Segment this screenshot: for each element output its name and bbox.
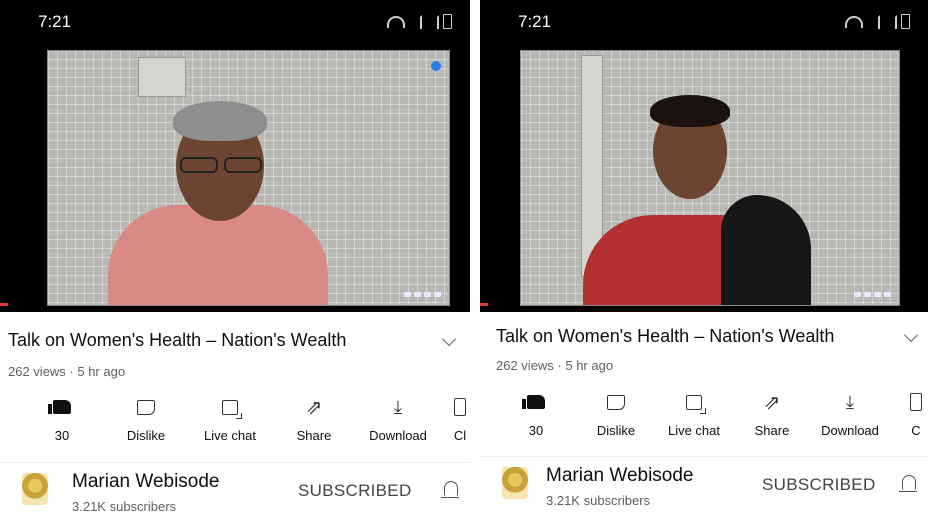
captions-icon[interactable]: [854, 292, 861, 297]
signal-icon-2: [426, 14, 439, 29]
dislike-label: Dislike: [596, 423, 636, 438]
share-button[interactable]: ⇗ Share: [274, 395, 354, 444]
chevron-down-icon[interactable]: [903, 327, 919, 343]
clip-button[interactable]: Cl: [440, 395, 470, 443]
dislike-button[interactable]: Dislike: [106, 395, 186, 443]
speaker-shawl: [721, 195, 811, 305]
video-badge-icon: [431, 61, 441, 71]
download-icon: ⤓: [846, 391, 854, 412]
video-title: Talk on Women's Health – Nation's Wealth: [496, 326, 835, 346]
share-icon: ⇗: [305, 396, 323, 419]
status-icons: [387, 14, 452, 29]
live-chat-button[interactable]: Live chat: [654, 390, 734, 438]
video-meta: 262 views · 5 hr ago: [8, 364, 126, 379]
status-bar: 7:21: [480, 0, 928, 44]
bell-icon[interactable]: [441, 481, 459, 498]
speaker-hair: [173, 101, 267, 141]
wifi-icon: [387, 15, 405, 28]
share-button[interactable]: ⇗ Share: [732, 390, 812, 439]
captions-icon[interactable]: [404, 292, 411, 297]
video-controls[interactable]: [404, 292, 441, 297]
video-player[interactable]: [480, 44, 928, 312]
subscribed-button[interactable]: SUBSCRIBED: [298, 481, 412, 501]
subscribed-button[interactable]: SUBSCRIBED: [762, 475, 876, 495]
download-button[interactable]: ⤓ Download: [358, 395, 438, 444]
cast-icon[interactable]: [874, 292, 881, 297]
signal-icon: [867, 14, 880, 29]
fullscreen-icon[interactable]: [434, 292, 441, 297]
wifi-icon: [845, 15, 863, 28]
video-controls[interactable]: [854, 292, 891, 297]
divider: [470, 0, 480, 519]
signal-icon: [409, 14, 422, 29]
share-label: Share: [296, 428, 332, 443]
channel-avatar[interactable]: [22, 473, 48, 505]
channel-row[interactable]: Marian Webisode 3.21K subscribers SUBSCR…: [0, 462, 470, 519]
video-player[interactable]: [0, 44, 470, 312]
dislike-label: Dislike: [126, 428, 166, 443]
battery-icon: [901, 14, 910, 29]
status-bar: 7:21: [0, 0, 470, 44]
like-icon: [522, 395, 545, 409]
glasses-left: [180, 157, 218, 173]
video-meta: 262 views · 5 hr ago: [496, 358, 614, 373]
share-label: Share: [754, 423, 790, 438]
chevron-down-icon[interactable]: [441, 331, 457, 347]
speaker-hair: [650, 95, 730, 127]
clip-icon: [454, 398, 466, 416]
like-button[interactable]: 30: [496, 390, 576, 438]
channel-name[interactable]: Marian Webisode: [72, 471, 220, 493]
channel-subscribers: 3.21K subscribers: [72, 499, 177, 514]
download-button[interactable]: ⤓ Download: [810, 390, 890, 439]
clip-label: C: [911, 423, 921, 438]
progress-bar[interactable]: [0, 303, 8, 306]
title-row[interactable]: Talk on Women's Health – Nation's Wealth: [8, 330, 460, 356]
live-chat-icon: [686, 394, 706, 414]
action-bar: 30 Dislike Live chat ⇗ Share ⤓ Download …: [486, 390, 928, 446]
live-chat-icon: [222, 399, 242, 419]
channel-name[interactable]: Marian Webisode: [546, 465, 694, 487]
status-time: 7:21: [38, 12, 72, 31]
action-bar: 30 Dislike Live chat ⇗ Share ⤓ Download …: [8, 395, 470, 451]
title-row[interactable]: Talk on Women's Health – Nation's Wealth: [496, 326, 919, 352]
like-icon: [48, 400, 71, 414]
wall-fixture: [138, 57, 186, 97]
bell-icon[interactable]: [899, 475, 917, 492]
like-count: 30: [528, 423, 544, 438]
download-label: Download: [821, 423, 879, 438]
channel-row[interactable]: Marian Webisode 3.21K subscribers SUBSCR…: [480, 456, 928, 514]
settings-icon[interactable]: [864, 292, 871, 297]
cast-icon[interactable]: [424, 292, 431, 297]
signal-icon-2: [884, 14, 897, 29]
video-frame[interactable]: [520, 50, 900, 306]
screenshot-right: 7:21 Talk on Women's Health – Nation's W…: [480, 0, 928, 519]
live-chat-label: Live chat: [203, 428, 257, 443]
live-chat-label: Live chat: [667, 423, 721, 438]
dislike-button[interactable]: Dislike: [576, 390, 656, 438]
dislike-icon: [607, 394, 625, 410]
glasses-right: [224, 157, 262, 173]
like-button[interactable]: 30: [22, 395, 102, 443]
battery-icon: [443, 14, 452, 29]
status-time: 7:21: [518, 12, 552, 31]
like-count: 30: [54, 428, 70, 443]
video-title: Talk on Women's Health – Nation's Wealth: [8, 330, 347, 350]
screenshot-left: 7:21 Talk on Women's Health – Nation's W…: [0, 0, 470, 519]
fullscreen-icon[interactable]: [884, 292, 891, 297]
settings-icon[interactable]: [414, 292, 421, 297]
status-icons: [845, 14, 910, 29]
dislike-icon: [137, 399, 155, 415]
progress-bar[interactable]: [480, 303, 488, 306]
clip-button[interactable]: C: [904, 390, 928, 438]
live-chat-button[interactable]: Live chat: [190, 395, 270, 443]
video-frame[interactable]: [47, 50, 450, 306]
download-label: Download: [369, 428, 427, 443]
clip-icon: [910, 393, 922, 411]
download-icon: ⤓: [394, 396, 402, 417]
channel-avatar[interactable]: [502, 467, 528, 499]
clip-label: Cl: [453, 428, 467, 443]
share-icon: ⇗: [763, 391, 781, 414]
channel-subscribers: 3.21K subscribers: [546, 493, 651, 508]
